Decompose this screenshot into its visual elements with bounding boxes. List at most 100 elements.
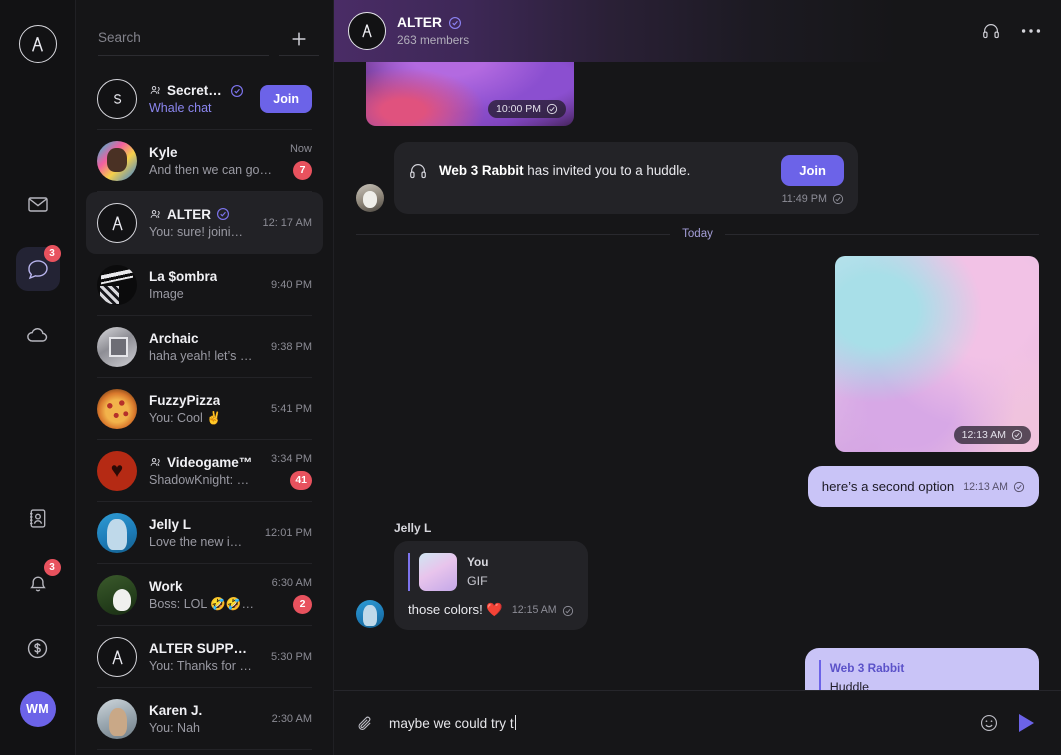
chat-item-body: Secret Network Whale chat: [149, 83, 244, 115]
headphones-icon[interactable]: [981, 21, 1001, 41]
conversation-pane: ALTER 263 members 10:00 PM Web 3 Rabbit …: [334, 0, 1061, 755]
app-root: 3 3 WM Search Secret N Whale chat Join K…: [0, 0, 1061, 755]
sender-name: Jelly L: [394, 521, 432, 536]
message-list[interactable]: 10:00 PM Web 3 Rabbit has invited you to…: [334, 62, 1061, 690]
quoted-author: You: [467, 554, 489, 569]
message-line: those colors! ❤️ 12:15 AM: [408, 600, 574, 619]
chat-item-time: Now: [289, 142, 312, 155]
avatar: [97, 327, 137, 367]
quoted-message[interactable]: Web 3 Rabbit Huddle: [818, 660, 1025, 690]
join-button[interactable]: Join: [260, 85, 312, 113]
chat-item-preview: You: Cool ✌️: [149, 410, 222, 425]
chat-item-title-row: Archaic: [149, 331, 255, 346]
quoted-content: Huddle: [829, 680, 870, 690]
chat-item-title-row: FuzzyPizza: [149, 393, 255, 408]
emoji-icon[interactable]: [979, 713, 999, 733]
chat-list-item-fuzzypizza[interactable]: FuzzyPizza You: Cool ✌️ 5:41 PM: [86, 378, 323, 440]
rail-item-cloud[interactable]: [16, 312, 60, 356]
rail-item-chats[interactable]: 3: [15, 245, 61, 291]
chat-list-item-karen-j[interactable]: Karen J. You: Nah 2:30 AM: [86, 688, 323, 750]
avatar: [97, 389, 137, 429]
chat-item-time: 6:30 AM: [271, 576, 312, 589]
chat-item-preview: Love the new images!: [149, 535, 249, 549]
avatar: [97, 203, 137, 243]
chat-item-preview: You: Thanks for the help!: [149, 659, 256, 673]
user-avatar[interactable]: WM: [19, 691, 56, 727]
chat-item-preview: Boss: LOL 🤣🤣🤣: [149, 596, 256, 611]
chat-list-item-jelly-l[interactable]: Jelly L Love the new images! 12:01 PM: [86, 502, 323, 564]
member-count: 263 members: [397, 33, 470, 47]
conversation-avatar[interactable]: [348, 12, 386, 50]
conversation-title-row: ALTER: [397, 15, 469, 30]
avatar: [97, 79, 137, 119]
read-receipt-icon: [546, 103, 558, 115]
send-icon[interactable]: [1013, 710, 1039, 736]
chat-item-body: ALTER SUPPORT You: Thanks for the help!: [149, 641, 255, 673]
composer-text[interactable]: maybe we could try t: [389, 715, 965, 731]
avatar: [356, 184, 384, 212]
message-bubble-outgoing[interactable]: Web 3 Rabbit Huddle sure! joining now ✌️…: [804, 648, 1039, 690]
chat-item-meta: 12:01 PM: [265, 527, 312, 539]
avatar: [97, 451, 137, 491]
chat-list-item-alter-support[interactable]: ALTER SUPPORT You: Thanks for the help! …: [86, 626, 323, 688]
more-horizontal-icon[interactable]: [1021, 28, 1041, 34]
image-attachment-crystal[interactable]: 12:13 AM: [835, 256, 1039, 452]
message-timestamp: 12:13 AM: [963, 480, 1025, 496]
chat-item-meta: Now 7: [290, 143, 312, 180]
message-row-huddle-invite: Web 3 Rabbit has invited you to a huddle…: [356, 142, 1039, 214]
primary-nav-rail: 3 3 WM: [0, 0, 76, 755]
chat-item-preview: You: sure! joining now ✌️✌️: [149, 224, 246, 239]
chat-list[interactable]: Secret Network Whale chat Join Kyle And …: [76, 56, 333, 755]
image-attachment-smoke[interactable]: 10:00 PM: [366, 62, 574, 126]
rail-item-notifications[interactable]: 3: [16, 559, 61, 605]
chat-item-title-row: Work: [149, 579, 256, 594]
chat-item-time: 2:30 AM: [271, 713, 312, 725]
verified-icon: [216, 207, 230, 221]
chat-list-item-work[interactable]: Work Boss: LOL 🤣🤣🤣 6:30 AM 2: [86, 564, 323, 626]
chat-item-name: Secret Network: [167, 83, 225, 98]
chat-item-title-row: Jelly L: [149, 517, 249, 532]
chat-list-item-alter[interactable]: ALTER You: sure! joining now ✌️✌️ 12: 17…: [86, 192, 323, 254]
chat-list-item-kyle[interactable]: Kyle And then we can go to NY... Now 7: [86, 130, 323, 192]
chat-item-title-row: La $ombra: [149, 269, 255, 284]
search-box[interactable]: [98, 22, 269, 56]
message-group-jelly-l: Jelly L You GIF those colors! ❤️ 12:15 A…: [356, 521, 1039, 631]
chat-item-body: La $ombra Image: [149, 269, 255, 301]
rail-item-mail[interactable]: [16, 182, 60, 226]
chat-item-meta: 6:30 AM 2: [272, 577, 312, 614]
huddle-invite-card: Web 3 Rabbit has invited you to a huddle…: [394, 142, 858, 214]
avatar: [97, 513, 137, 553]
alter-logo-icon[interactable]: [18, 25, 57, 63]
rail-badge-chats: 3: [43, 245, 61, 262]
avatar: [97, 575, 137, 615]
chat-item-time: 12: 17 AM: [262, 217, 312, 229]
unread-badge: 41: [290, 470, 312, 490]
paperclip-icon[interactable]: [356, 714, 375, 733]
message-bubble-outgoing[interactable]: here’s a second option 12:13 AM: [807, 466, 1039, 508]
quoted-body: You GIF: [467, 554, 488, 591]
chat-item-time: 9:40 PM: [271, 279, 312, 291]
rail-item-contacts[interactable]: [16, 496, 60, 540]
quoted-author: Web 3 Rabbit: [829, 661, 905, 676]
chat-item-time: 12:01 PM: [264, 527, 312, 539]
message-timestamp: 12:13 AM: [953, 426, 1031, 444]
chat-list-item-videogame[interactable]: Videogame™ ShadowKnight: anyone wanna...…: [86, 440, 323, 502]
chat-list-item-kate-o-griffin[interactable]: Kate O. Griffin Let’s check in the morni…: [86, 750, 323, 755]
chat-item-body: Work Boss: LOL 🤣🤣🤣: [149, 579, 256, 612]
message-text: those colors! ❤️: [408, 602, 503, 618]
huddle-invite-suffix: has invited you to a huddle.: [523, 163, 691, 178]
rail-item-wallet[interactable]: [16, 626, 60, 670]
plus-icon[interactable]: [279, 22, 319, 56]
divider-line-left: [356, 233, 671, 235]
huddle-join-button[interactable]: Join: [781, 155, 844, 186]
huddle-sender: Web 3 Rabbit: [439, 163, 524, 178]
chat-item-meta: 2:30 AM: [272, 713, 312, 725]
header-actions: [981, 21, 1041, 41]
chat-item-meta: 9:40 PM: [271, 279, 312, 291]
chat-list-item-archaic[interactable]: Archaic haha yeah! let’s hope so 9:38 PM: [86, 316, 323, 378]
chat-list-item-la-sombra[interactable]: La $ombra Image 9:40 PM: [86, 254, 323, 316]
quoted-message[interactable]: You GIF: [408, 553, 574, 592]
chat-list-item-secret-network[interactable]: Secret Network Whale chat Join: [86, 68, 323, 130]
message-bubble-incoming[interactable]: You GIF those colors! ❤️ 12:15 AM: [394, 541, 588, 631]
search-input[interactable]: [98, 30, 269, 45]
